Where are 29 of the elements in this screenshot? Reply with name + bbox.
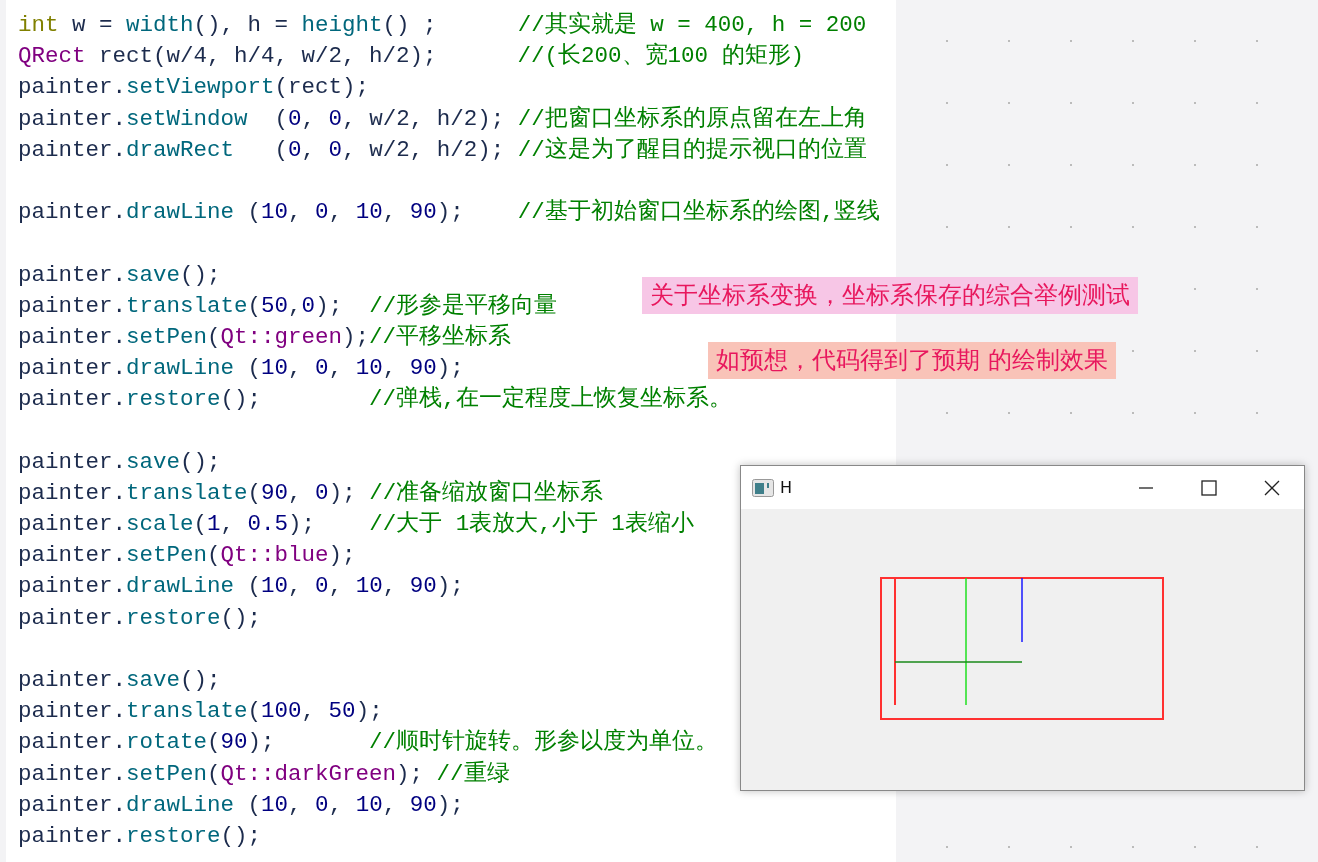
code-line: painter.drawLine (10, 0, 10, 90); — [17, 572, 464, 602]
code-line: painter.save(); — [17, 447, 221, 477]
code-line: painter.save(); — [17, 260, 221, 290]
code-line: painter.setWindow (0, 0, w/2, h/2); //把窗口坐标系的原点留在左上角 — [17, 104, 867, 134]
code-line: painter.restore(); — [17, 821, 262, 851]
code-line: painter.drawRect (0, 0, w/2, h/2); //这是为了醒目的提示视口的位置 — [17, 135, 867, 165]
app-window-icon — [752, 478, 774, 497]
code-line: painter.setPen(Qt::green);//平移坐标系 — [17, 322, 512, 352]
code-line: painter.restore(); //弹栈,在一定程度上恢复坐标系。 — [17, 384, 732, 415]
code-line: painter.setViewport(rect); — [17, 73, 370, 103]
annotation-note: 关于坐标系变换，坐标系保存的综合举例测试 — [642, 277, 1138, 314]
annotation-note: 如预想，代码得到了预期 的绘制效果 — [708, 342, 1116, 379]
window-title: H — [780, 478, 793, 497]
code-line: painter.save(); — [17, 665, 221, 695]
close-icon[interactable] — [1264, 479, 1280, 496]
code-line: painter.drawLine (10, 0, 10, 90); — [17, 354, 464, 384]
code-line: painter.drawLine (10, 0, 10, 90); //基于初始窗口坐标系的绘图,竖线 — [17, 197, 881, 228]
code-line: painter.drawLine (10, 0, 10, 90); — [17, 790, 464, 820]
code-line: painter.translate(50,0); //形参是平移向量 — [17, 291, 558, 321]
code-line: painter.translate(90, 0); //准备缩放窗口坐标系 — [17, 478, 604, 508]
maximize-icon[interactable] — [1201, 479, 1217, 496]
code-line: painter.translate(100, 50); — [17, 697, 383, 727]
code-line: painter.restore(); — [17, 603, 262, 633]
code-line: QRect rect(w/4, h/4, w/2, h/2); //(长200、宽100 的矩形) — [17, 41, 805, 72]
code-line: painter.setPen(Qt::darkGreen); //重绿 — [17, 759, 510, 789]
code-line: painter.rotate(90); //顺时针旋转。形参以度为单位。 — [17, 728, 719, 758]
code-line: int w = width(), h = height() ; //其实就是 w = 400, h = 200 — [17, 10, 867, 40]
code-line: painter.setPen(Qt::blue); — [17, 541, 356, 571]
code-line: painter.scale(1, 0.5); //大于 1表放大,小于 1表缩小 — [17, 510, 694, 539]
